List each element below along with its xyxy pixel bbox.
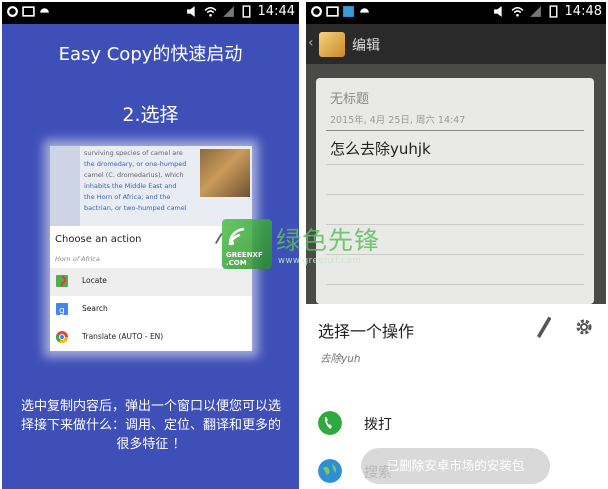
battery-icon [549, 5, 557, 18]
notes-app-icon[interactable] [319, 32, 345, 57]
mute-icon [493, 6, 502, 17]
watermark-name: 绿色先锋 [276, 226, 381, 255]
ruled-line [326, 284, 584, 285]
settings-icon [311, 6, 322, 17]
status-bar: 14:44 [2, 2, 299, 24]
wiki-line: inhabits the Middle East and [84, 182, 177, 190]
action-label: Search [82, 304, 108, 313]
action-label: 拨打 [364, 417, 392, 433]
svg-text:g: g [59, 306, 65, 315]
wifi-icon [228, 227, 245, 246]
phone-icon [318, 411, 342, 435]
action-bar: ‹ 编辑 [306, 24, 606, 64]
sheet-subtitle: Horn of Africa [55, 255, 100, 263]
wifi-icon [204, 6, 216, 17]
ruled-line [326, 164, 584, 165]
note-body-field[interactable]: 怎么去除yuhjk [330, 138, 431, 159]
wiki-line: bactrian, or two-humped camel [84, 204, 187, 212]
intro-title: Easy Copy的快速启动 [58, 44, 243, 65]
wiki-line: the dromedary, or one-humped [84, 160, 187, 168]
status-time: 14:44 [257, 4, 295, 19]
sheet-title: Choose an action [55, 234, 142, 245]
gear-icon[interactable] [575, 318, 593, 336]
notification-icon [22, 6, 35, 17]
signal-icon [529, 6, 541, 17]
wifi-icon [511, 6, 523, 17]
actionbar-title: 编辑 [352, 38, 380, 54]
settings-icon [7, 6, 18, 17]
wiki-line: camel (C. dromedarius), which [84, 171, 184, 179]
status-time: 14:48 [564, 4, 602, 19]
action-row-search[interactable]: g Search [50, 296, 252, 324]
watermark-logo-text: GREENXF .COM [226, 251, 263, 267]
action-row-call[interactable]: 拨打 [306, 402, 606, 444]
back-chevron-icon[interactable]: ‹ [308, 35, 314, 51]
android-icon [360, 8, 369, 13]
step-label: 2.选择 [122, 104, 179, 126]
android-icon [40, 8, 49, 13]
note-date: 2015年, 4月 25日, 周六 14:47 [330, 115, 466, 126]
sheet-title: 选择一个操作 [318, 322, 415, 341]
globe-icon [318, 459, 342, 483]
wiki-text: surviving species of camel are the dromed… [84, 148, 196, 214]
action-row-translate[interactable]: Translate (AUTO - EN) [50, 324, 252, 351]
note-title-field[interactable]: 无标题 [330, 88, 369, 107]
notification-icon [326, 6, 339, 17]
watermark-logo: GREENXF .COM [222, 219, 272, 269]
toast-message: 已删除安卓市场的安装包 [361, 448, 550, 484]
signal-icon [222, 6, 234, 17]
status-bar: 14:48 [306, 2, 606, 24]
action-label: Translate (AUTO - EN) [82, 332, 164, 341]
maps-icon [56, 275, 68, 287]
watermark-url: www.greenxf.com [278, 256, 362, 266]
ruled-line [326, 194, 584, 195]
camel-image [200, 149, 250, 197]
site-watermark: GREENXF .COM 绿色先锋 www.greenxf.com [222, 219, 392, 279]
image-icon [343, 6, 354, 17]
google-search-icon: g [56, 303, 68, 315]
wiki-line: the Horn of Africa; and the [84, 193, 171, 201]
wiki-sidebar [50, 146, 80, 226]
divider [326, 130, 584, 131]
wiki-article-snippet: surviving species of camel are the dromed… [50, 146, 252, 226]
pencil-icon[interactable] [535, 316, 551, 338]
action-label: Locate [82, 276, 107, 285]
sheet-subtitle: 去除yuh [320, 353, 361, 365]
wiki-line: surviving species of camel are [84, 149, 183, 157]
mute-icon [186, 6, 195, 17]
chrome-icon [56, 331, 68, 343]
battery-icon [242, 5, 250, 18]
feature-description: 选中复制内容后，弹出一个窗口以便您可以选择接下来做什么：调用、定位、翻译和更多的… [20, 399, 281, 452]
choose-action-sheet: 选择一个操作 去除yuh 拨打 搜索 已删除安卓市场的安装包 [306, 304, 606, 489]
